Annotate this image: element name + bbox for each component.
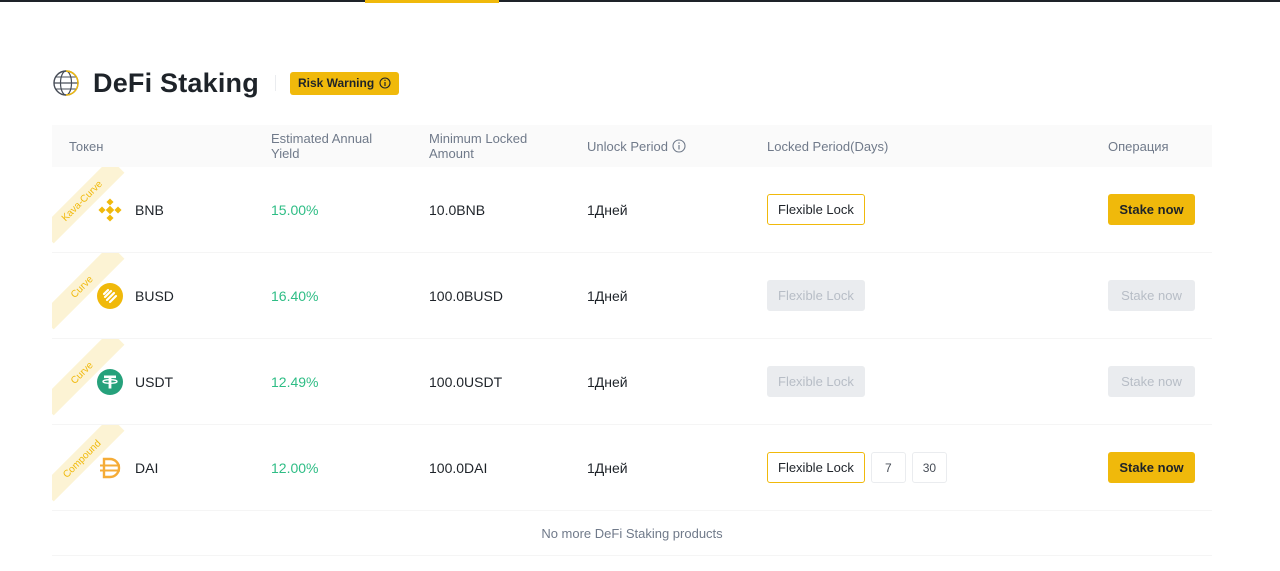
locked-period-cell: Flexible Lock xyxy=(767,253,865,338)
top-border xyxy=(0,0,1280,2)
locked-period-cell: Flexible Lock xyxy=(767,167,865,252)
stake-now-button[interactable]: Stake now xyxy=(1108,280,1195,311)
yield-value: 12.49% xyxy=(271,373,319,390)
usdt-icon xyxy=(97,368,123,395)
token-name: USDT xyxy=(135,373,174,390)
token-cell: DAI xyxy=(96,425,158,510)
unlock-period-value: 1Дней xyxy=(587,287,628,304)
header-unlock-label: Unlock Period xyxy=(587,138,668,154)
info-icon[interactable] xyxy=(672,139,686,153)
locked-period-cell: Flexible Lock 7 30 xyxy=(767,425,947,510)
token-name: BNB xyxy=(135,201,164,218)
operation-cell: Stake now xyxy=(1108,253,1195,338)
page-title: DeFi Staking xyxy=(93,67,259,98)
operation-cell: Stake now xyxy=(1108,425,1195,510)
stake-now-button[interactable]: Stake now xyxy=(1108,194,1195,225)
unlock-period-value: 1Дней xyxy=(587,201,628,218)
lock-7-days-button[interactable]: 7 xyxy=(870,452,906,483)
busd-icon xyxy=(97,282,123,309)
table-row: Curve USDT 12.49% 100.0USDT 1Дней Flexib… xyxy=(52,339,1212,425)
header-token: Токен xyxy=(69,138,104,154)
yield-value: 15.00% xyxy=(271,201,319,218)
header-min-amount: Minimum Locked Amount xyxy=(429,131,528,161)
lock-30-days-button[interactable]: 30 xyxy=(911,452,947,483)
title-divider xyxy=(274,75,276,91)
operation-cell: Stake now xyxy=(1108,167,1195,252)
min-amount-value: 100.0BUSD xyxy=(429,287,503,304)
risk-warning-button[interactable]: Risk Warning xyxy=(289,71,400,95)
unlock-period-value: 1Дней xyxy=(587,459,628,476)
token-cell: BUSD xyxy=(96,253,174,338)
table-row: Compound DAI 12.00% 100.0DAI 1Дней Flexi… xyxy=(52,425,1212,511)
bnb-icon xyxy=(98,197,122,222)
header-yield: Estimated Annual Yield xyxy=(271,131,373,161)
info-icon xyxy=(379,77,391,89)
min-amount-value: 100.0USDT xyxy=(429,373,503,390)
stake-now-button[interactable]: Stake now xyxy=(1108,452,1195,483)
token-cell: BNB xyxy=(96,167,164,252)
table-row: Curve BUSD 16.40% 100.0BUSD 1Дней Flexib… xyxy=(52,253,1212,339)
risk-warning-label: Risk Warning xyxy=(297,76,375,90)
header-operation: Операция xyxy=(1108,138,1169,154)
token-cell: USDT xyxy=(96,339,173,424)
header-locked-period: Locked Period(Days) xyxy=(767,138,889,154)
yield-value: 16.40% xyxy=(271,287,319,304)
table-header: Токен Estimated Annual Yield Minimum Loc… xyxy=(52,125,1212,167)
header-unlock-period: Unlock Period xyxy=(587,125,686,167)
min-amount-value: 10.0BNB xyxy=(429,201,486,218)
flexible-lock-button[interactable]: Flexible Lock xyxy=(767,366,865,397)
unlock-period-value: 1Дней xyxy=(587,373,628,390)
table-row: Kava-Curve BNB 15.00% 10.0BNB 1Дней Flex… xyxy=(52,167,1212,253)
yield-value: 12.00% xyxy=(271,459,319,476)
flexible-lock-button[interactable]: Flexible Lock xyxy=(767,452,865,483)
token-name: BUSD xyxy=(135,287,174,304)
min-amount-value: 100.0DAI xyxy=(429,459,488,476)
stake-now-button[interactable]: Stake now xyxy=(1108,366,1195,397)
staking-table: Токен Estimated Annual Yield Minimum Loc… xyxy=(52,125,1212,556)
dai-icon xyxy=(100,457,121,478)
globe-icon xyxy=(53,70,79,96)
page-header: DeFi Staking Risk Warning xyxy=(52,66,400,100)
table-footer: No more DeFi Staking products xyxy=(52,511,1212,556)
active-nav-indicator xyxy=(365,0,499,3)
token-name: DAI xyxy=(135,459,159,476)
operation-cell: Stake now xyxy=(1108,339,1195,424)
flexible-lock-button[interactable]: Flexible Lock xyxy=(767,194,865,225)
locked-period-cell: Flexible Lock xyxy=(767,339,865,424)
flexible-lock-button[interactable]: Flexible Lock xyxy=(767,280,865,311)
